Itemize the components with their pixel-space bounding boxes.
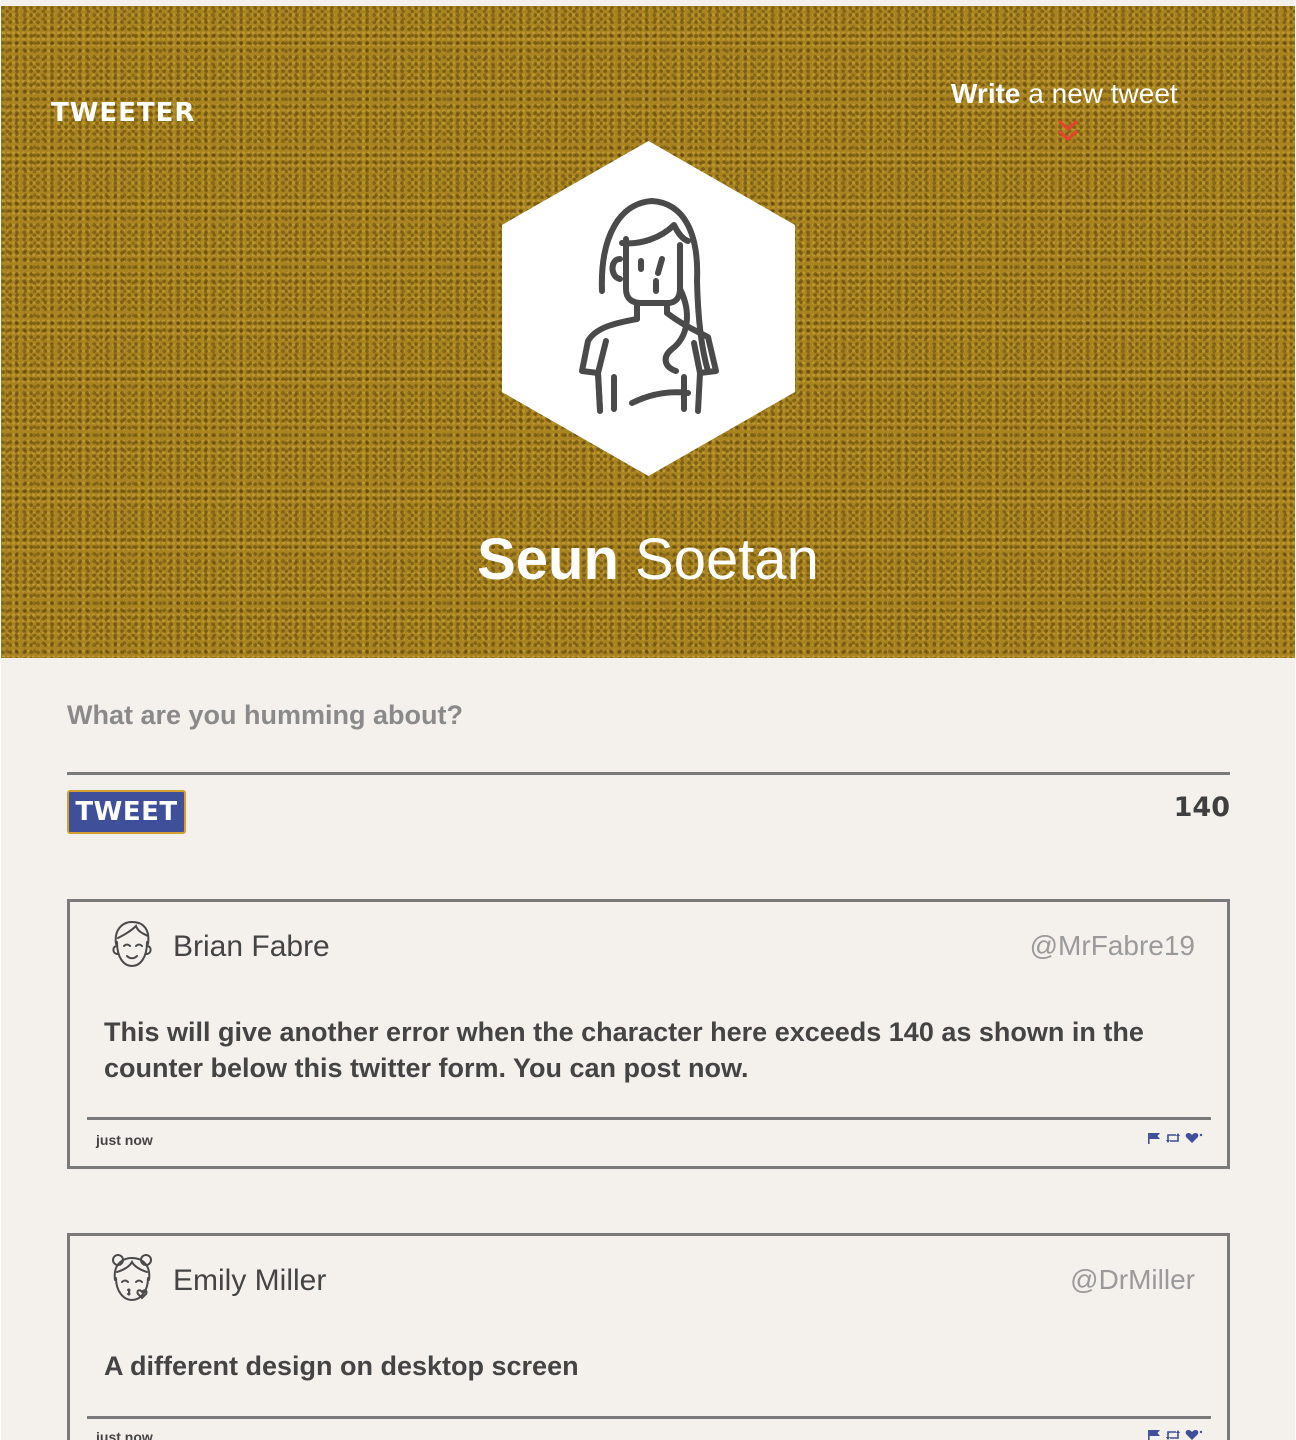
write-link-strong: Write: [951, 78, 1021, 109]
brand-logo[interactable]: TWEETER: [51, 98, 195, 128]
tweet-actions: [1147, 1132, 1203, 1144]
boy-face-icon: [112, 920, 152, 968]
tweet-input[interactable]: [67, 690, 1230, 740]
tweet-author-name: Emily Miller: [173, 1264, 327, 1297]
tweet-timestamp: just now: [96, 1429, 153, 1440]
write-new-tweet-link[interactable]: Write a new tweet: [951, 78, 1178, 110]
flag-icon[interactable]: [1147, 1429, 1161, 1440]
page: TWEETER Write a new tweet Seun Soetan Wh…: [1, 0, 1295, 1440]
tweet-divider: [87, 1416, 1211, 1419]
tweet-text: A different design on desktop screen: [104, 1351, 579, 1381]
tweet-card: Brian Fabre @MrFabre19 This will give an…: [67, 899, 1230, 1169]
flag-icon[interactable]: [1147, 1132, 1161, 1144]
tweet-timestamp: just now: [96, 1132, 153, 1148]
tweet-divider: [87, 1117, 1211, 1120]
write-link-rest: a new tweet: [1020, 78, 1178, 109]
heart-icon[interactable]: [1185, 1132, 1203, 1144]
girl-kiss-face-icon: [112, 1254, 152, 1302]
tweet-author-handle: @MrFabre19: [1029, 930, 1195, 961]
tweet-text: This will give another error when the ch…: [104, 1017, 1144, 1083]
retweet-icon[interactable]: [1165, 1429, 1181, 1440]
character-counter: 140: [1173, 792, 1230, 823]
profile-avatar: [502, 141, 795, 476]
tweet-author-name: Brian Fabre: [173, 930, 330, 963]
heart-icon[interactable]: [1185, 1429, 1203, 1440]
profile-last-name: Soetan: [618, 527, 819, 592]
tweet-card: Emily Miller @DrMiller A different desig…: [67, 1233, 1230, 1440]
profile-header: TWEETER Write a new tweet Seun Soetan: [1, 6, 1295, 658]
tweet-author-handle: @DrMiller: [1070, 1264, 1195, 1295]
composer-divider: [67, 772, 1230, 775]
profile-name: Seun Soetan: [1, 526, 1295, 593]
tweet-button[interactable]: TWEET: [67, 790, 186, 834]
double-chevron-down-icon[interactable]: [1056, 118, 1080, 146]
tweet-actions: [1147, 1429, 1203, 1440]
profile-first-name: Seun: [477, 527, 619, 592]
retweet-icon[interactable]: [1165, 1132, 1181, 1144]
tweet-composer: TWEET 140: [67, 690, 1230, 834]
